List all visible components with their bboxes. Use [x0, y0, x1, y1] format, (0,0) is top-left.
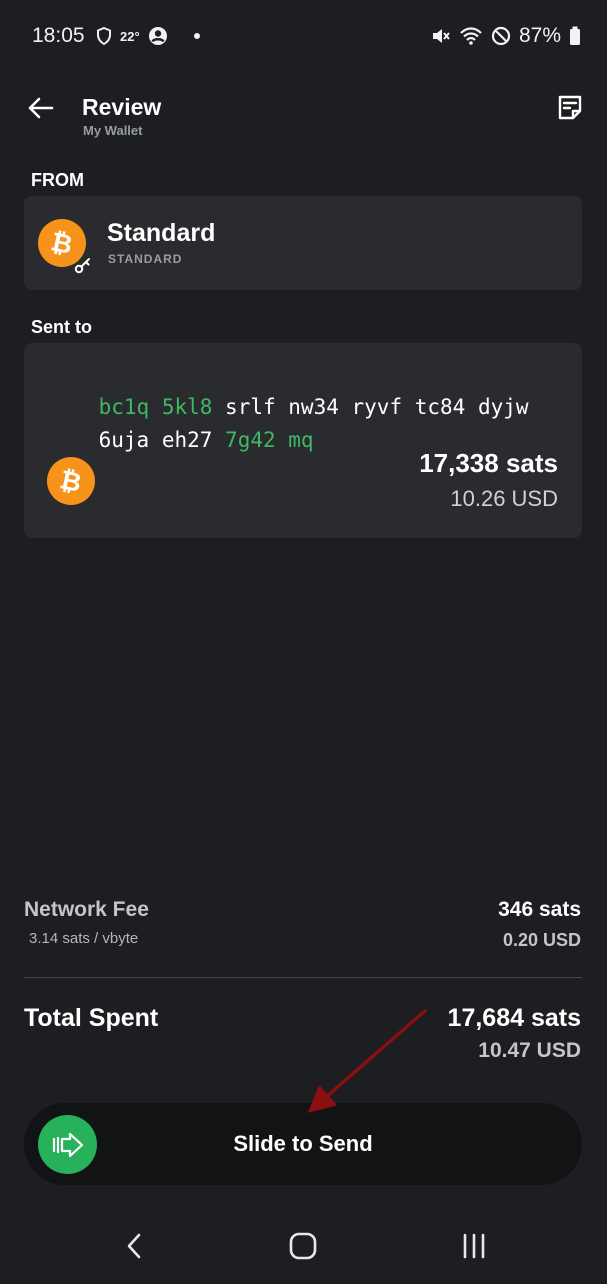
- wifi-icon: [460, 27, 482, 45]
- bitcoin-icon: ₿: [47, 457, 95, 505]
- divider: [24, 977, 582, 978]
- temperature: 22°: [120, 28, 140, 44]
- nav-back-button[interactable]: [104, 1221, 164, 1271]
- shield-icon: [97, 27, 111, 45]
- key-icon: [74, 258, 90, 274]
- notes-button[interactable]: [552, 90, 588, 126]
- fee-rate: 3.14 sats / vbyte: [29, 930, 139, 947]
- home-icon: [289, 1232, 317, 1260]
- from-label: FROM: [31, 170, 84, 190]
- do-not-disturb-icon: [491, 26, 511, 46]
- address-chunk: 7g42: [225, 428, 276, 452]
- slide-to-send-label: Slide to Send: [233, 1131, 373, 1156]
- back-button[interactable]: [22, 90, 58, 126]
- nav-home-button[interactable]: [273, 1221, 333, 1271]
- page-subtitle: My Wallet: [83, 123, 143, 138]
- recents-icon: [463, 1233, 485, 1259]
- wallet-type: STANDARD: [108, 252, 183, 266]
- status-time: 18:05: [32, 24, 85, 47]
- status-left-icons: 22°: [96, 26, 200, 46]
- wallet-name: Standard: [107, 219, 216, 247]
- address-chunk: mq: [288, 428, 314, 452]
- annotation-arrow: [307, 1008, 428, 1113]
- note-icon: [558, 95, 582, 120]
- fee-sats: 346 sats: [498, 898, 581, 921]
- amount-usd: 10.26 USD: [450, 486, 558, 511]
- sent-to-label: Sent to: [31, 317, 92, 337]
- mute-icon: [432, 29, 450, 43]
- network-fee-label: Network Fee: [24, 898, 149, 921]
- address-chunk: eh27: [161, 428, 213, 452]
- battery-percent: 87%: [518, 24, 561, 47]
- address-chunk: ryvf: [351, 395, 403, 419]
- address-chunk: dyjw: [477, 395, 529, 419]
- battery-icon: [570, 26, 580, 45]
- address-chunk: tc84: [414, 395, 466, 419]
- account-circle-icon: [148, 27, 167, 45]
- fee-usd: 0.20 USD: [502, 930, 581, 950]
- total-usd: 10.47 USD: [478, 1039, 581, 1062]
- amount-sats: 17,338 sats: [419, 448, 558, 478]
- arrow-left-icon: [28, 97, 54, 119]
- nav-recents-button[interactable]: [444, 1221, 504, 1271]
- total-sats: 17,684 sats: [447, 1004, 581, 1032]
- chevron-left-icon: [127, 1233, 141, 1259]
- recipient-card: bc1q 5kl8 srlf nw34 ryvf tc84 dyjw 6uja …: [24, 343, 582, 538]
- address-chunk: 6uja: [98, 428, 150, 452]
- from-wallet-card[interactable]: ₿ Standard STANDARD: [24, 196, 582, 290]
- notification-dot: [193, 33, 200, 39]
- total-spent-label: Total Spent: [24, 1004, 159, 1032]
- status-right: 87%: [431, 24, 581, 48]
- page-title: Review: [82, 94, 162, 120]
